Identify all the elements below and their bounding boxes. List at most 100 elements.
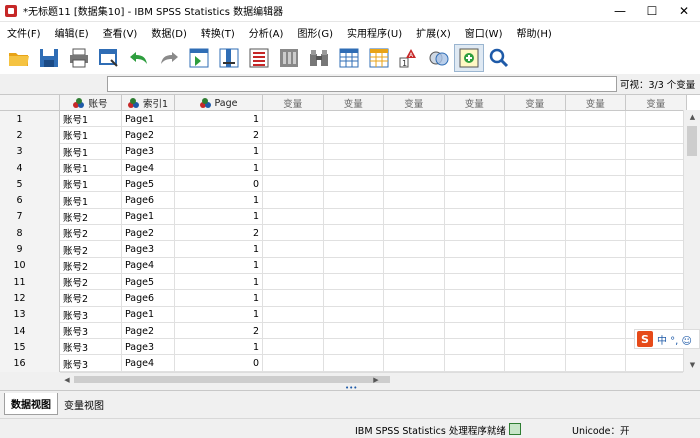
show-all-variables-icon[interactable] xyxy=(454,44,484,72)
menu-transform[interactable]: 转换(T) xyxy=(194,25,242,40)
cell-page[interactable]: 1 xyxy=(175,192,263,209)
column-header[interactable]: 索引1 xyxy=(122,95,175,111)
empty-cell[interactable] xyxy=(384,290,445,307)
row-number[interactable]: 15 xyxy=(0,339,60,356)
empty-cell[interactable] xyxy=(445,241,505,258)
empty-cell[interactable] xyxy=(566,322,626,340)
cell-account[interactable]: 账号2 xyxy=(60,273,122,291)
empty-cell[interactable] xyxy=(263,225,324,242)
empty-cell[interactable] xyxy=(263,111,324,128)
cell-index[interactable]: Page2 xyxy=(122,127,175,144)
empty-cell[interactable] xyxy=(263,127,324,144)
empty-cell[interactable] xyxy=(263,176,324,193)
empty-cell[interactable] xyxy=(324,339,384,356)
empty-cell[interactable] xyxy=(566,192,626,209)
empty-cell[interactable] xyxy=(445,339,505,356)
empty-cell[interactable] xyxy=(324,355,384,372)
empty-cell[interactable] xyxy=(626,290,687,307)
column-header[interactable]: 账号 xyxy=(60,95,122,111)
row-number[interactable]: 4 xyxy=(0,159,60,177)
empty-variable-header[interactable]: 变量 xyxy=(566,95,626,111)
cell-index[interactable]: Page4 xyxy=(122,355,175,372)
row-number[interactable]: 2 xyxy=(0,127,60,144)
empty-cell[interactable] xyxy=(324,290,384,307)
maximize-button[interactable]: ☐ xyxy=(636,0,668,22)
cell-account[interactable]: 账号1 xyxy=(60,159,122,177)
cell-page[interactable]: 1 xyxy=(175,290,263,307)
cell-account[interactable]: 账号1 xyxy=(60,127,122,144)
empty-variable-header[interactable]: 变量 xyxy=(263,95,324,111)
empty-cell[interactable] xyxy=(445,273,505,291)
cell-index[interactable]: Page6 xyxy=(122,290,175,307)
empty-cell[interactable] xyxy=(384,127,445,144)
empty-variable-header[interactable]: 变量 xyxy=(324,95,384,111)
empty-cell[interactable] xyxy=(626,143,687,160)
empty-cell[interactable] xyxy=(324,208,384,226)
cell-account[interactable]: 账号1 xyxy=(60,111,122,128)
empty-cell[interactable] xyxy=(263,322,324,340)
insert-variable-icon[interactable] xyxy=(364,44,394,72)
empty-cell[interactable] xyxy=(324,159,384,177)
cell-page[interactable]: 1 xyxy=(175,339,263,356)
empty-cell[interactable] xyxy=(384,355,445,372)
menu-utilities[interactable]: 实用程序(U) xyxy=(340,25,409,40)
close-button[interactable]: ✕ xyxy=(668,0,700,22)
row-number[interactable]: 7 xyxy=(0,208,60,226)
empty-cell[interactable] xyxy=(566,225,626,242)
empty-cell[interactable] xyxy=(445,355,505,372)
sogou-logo-icon[interactable]: S xyxy=(637,331,653,347)
empty-cell[interactable] xyxy=(324,143,384,160)
insert-cases-icon[interactable] xyxy=(334,44,364,72)
empty-cell[interactable] xyxy=(445,290,505,307)
empty-cell[interactable] xyxy=(445,192,505,209)
empty-cell[interactable] xyxy=(505,355,566,372)
cell-account[interactable]: 账号1 xyxy=(60,176,122,193)
cell-account[interactable]: 账号3 xyxy=(60,306,122,323)
empty-cell[interactable] xyxy=(626,273,687,291)
cell-page[interactable]: 1 xyxy=(175,257,263,274)
empty-cell[interactable] xyxy=(384,159,445,177)
redo-icon[interactable] xyxy=(154,44,184,72)
menu-view[interactable]: 查看(V) xyxy=(96,25,145,40)
empty-cell[interactable] xyxy=(445,322,505,340)
row-number[interactable]: 6 xyxy=(0,192,60,209)
empty-cell[interactable] xyxy=(566,290,626,307)
scroll-down-arrow-icon[interactable]: ▼ xyxy=(684,358,700,372)
row-number[interactable]: 16 xyxy=(0,355,60,372)
empty-cell[interactable] xyxy=(324,273,384,291)
dialog-recall-icon[interactable] xyxy=(94,44,124,72)
cell-account[interactable]: 账号2 xyxy=(60,241,122,258)
empty-cell[interactable] xyxy=(626,257,687,274)
empty-cell[interactable] xyxy=(626,306,687,323)
empty-cell[interactable] xyxy=(445,257,505,274)
variables-icon[interactable] xyxy=(244,44,274,72)
empty-cell[interactable] xyxy=(626,355,687,372)
empty-cell[interactable] xyxy=(626,111,687,128)
empty-cell[interactable] xyxy=(263,355,324,372)
empty-cell[interactable] xyxy=(505,306,566,323)
cell-page[interactable]: 0 xyxy=(175,355,263,372)
cell-value-input[interactable] xyxy=(107,76,617,92)
empty-cell[interactable] xyxy=(566,306,626,323)
empty-cell[interactable] xyxy=(566,176,626,193)
cell-page[interactable]: 1 xyxy=(175,273,263,291)
empty-variable-header[interactable]: 变量 xyxy=(505,95,566,111)
empty-cell[interactable] xyxy=(566,111,626,128)
cell-page[interactable]: 1 xyxy=(175,159,263,177)
row-number[interactable]: 13 xyxy=(0,306,60,323)
empty-cell[interactable] xyxy=(566,355,626,372)
empty-cell[interactable] xyxy=(445,127,505,144)
empty-cell[interactable] xyxy=(566,339,626,356)
value-labels-icon[interactable]: 1A xyxy=(394,44,424,72)
empty-cell[interactable] xyxy=(505,127,566,144)
empty-cell[interactable] xyxy=(505,192,566,209)
cell-account[interactable]: 账号3 xyxy=(60,339,122,356)
empty-cell[interactable] xyxy=(263,306,324,323)
empty-cell[interactable] xyxy=(263,143,324,160)
empty-cell[interactable] xyxy=(566,241,626,258)
empty-cell[interactable] xyxy=(445,111,505,128)
cell-index[interactable]: Page1 xyxy=(122,111,175,128)
empty-cell[interactable] xyxy=(505,225,566,242)
goto-variable-icon[interactable] xyxy=(214,44,244,72)
empty-cell[interactable] xyxy=(384,111,445,128)
